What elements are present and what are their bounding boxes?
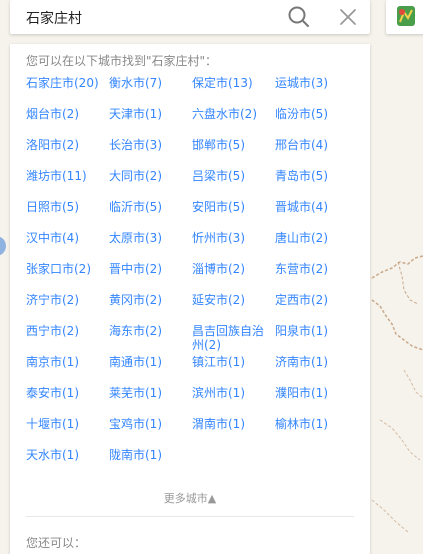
city-link[interactable]: 吕梁市(5): [192, 169, 274, 183]
city-link[interactable]: 阳泉市(1): [275, 324, 357, 338]
search-button[interactable]: [286, 4, 312, 30]
city-link[interactable]: 潍坊市(11): [26, 169, 108, 183]
city-link[interactable]: 东营市(2): [275, 262, 357, 276]
city-results-panel: 您可以在以下城市找到"石家庄村"： 石家庄市(20) 衡水市(7) 保定市(13) 运…: [10, 44, 370, 554]
city-link[interactable]: 渭南市(1): [192, 417, 274, 431]
city-link[interactable]: 运城市(3): [275, 76, 357, 90]
city-link[interactable]: 张家口市(2): [26, 262, 108, 276]
city-link[interactable]: 滨州市(1): [192, 386, 274, 400]
city-link[interactable]: 济南市(1): [275, 355, 357, 369]
city-link[interactable]: 南通市(1): [109, 355, 191, 369]
city-link[interactable]: 忻州市(3): [192, 231, 274, 245]
city-link[interactable]: 汉中市(4): [26, 231, 108, 245]
clear-search-button[interactable]: [335, 4, 361, 30]
city-link[interactable]: 临汾市(5): [275, 107, 357, 121]
search-box: [10, 0, 370, 34]
divider: [26, 516, 354, 517]
city-link[interactable]: 衡水市(7): [109, 76, 191, 90]
route-button[interactable]: [386, 0, 423, 34]
city-link[interactable]: 镇江市(1): [192, 355, 274, 369]
city-link[interactable]: 陇南市(1): [109, 448, 191, 462]
city-link[interactable]: 石家庄市(20): [26, 76, 108, 90]
city-link[interactable]: 黄冈市(2): [109, 293, 191, 307]
city-link[interactable]: 南京市(1): [26, 355, 108, 369]
city-link[interactable]: 淄博市(2): [192, 262, 274, 276]
city-link[interactable]: 洛阳市(2): [26, 138, 108, 152]
city-link[interactable]: 长治市(3): [109, 138, 191, 152]
route-icon: [397, 6, 415, 26]
city-link[interactable]: 烟台市(2): [26, 107, 108, 121]
city-link[interactable]: 十堰市(1): [26, 417, 108, 431]
city-link[interactable]: 安阳市(5): [192, 200, 274, 214]
city-link[interactable]: 宝鸡市(1): [109, 417, 191, 431]
city-link[interactable]: 太原市(3): [109, 231, 191, 245]
city-link[interactable]: 邢台市(4): [275, 138, 357, 152]
also-label: 您还可以：: [26, 536, 87, 550]
city-link[interactable]: 济宁市(2): [26, 293, 108, 307]
city-link[interactable]: 唐山市(2): [275, 231, 357, 245]
city-link[interactable]: 西宁市(2): [26, 324, 108, 338]
more-cities-toggle[interactable]: 更多城市▲: [10, 490, 370, 506]
city-link[interactable]: 保定市(13): [192, 76, 274, 90]
close-icon: [340, 9, 356, 25]
city-link[interactable]: 延安市(2): [192, 293, 274, 307]
city-link[interactable]: 天津市(1): [109, 107, 191, 121]
city-link[interactable]: 定西市(2): [275, 293, 357, 307]
city-link[interactable]: 日照市(5): [26, 200, 108, 214]
city-link[interactable]: 大同市(2): [109, 169, 191, 183]
city-link[interactable]: 濮阳市(1): [275, 386, 357, 400]
city-link[interactable]: 青岛市(5): [275, 169, 357, 183]
results-title: 您可以在以下城市找到"石家庄村"：: [26, 54, 218, 68]
city-link[interactable]: 临沂市(5): [109, 200, 191, 214]
city-link[interactable]: 泰安市(1): [26, 386, 108, 400]
search-icon: [288, 6, 309, 27]
city-link[interactable]: 莱芜市(1): [109, 386, 191, 400]
city-link[interactable]: 邯郸市(5): [192, 138, 274, 152]
city-link[interactable]: 六盘水市(2): [192, 107, 274, 121]
city-link[interactable]: 天水市(1): [26, 448, 108, 462]
city-link[interactable]: 榆林市(1): [275, 417, 357, 431]
city-link[interactable]: 晋城市(4): [275, 200, 357, 214]
city-link[interactable]: 海东市(2): [109, 324, 191, 338]
city-link[interactable]: 昌吉回族自治州(2): [192, 324, 274, 352]
search-input[interactable]: [26, 8, 266, 28]
city-link[interactable]: 晋中市(2): [109, 262, 191, 276]
